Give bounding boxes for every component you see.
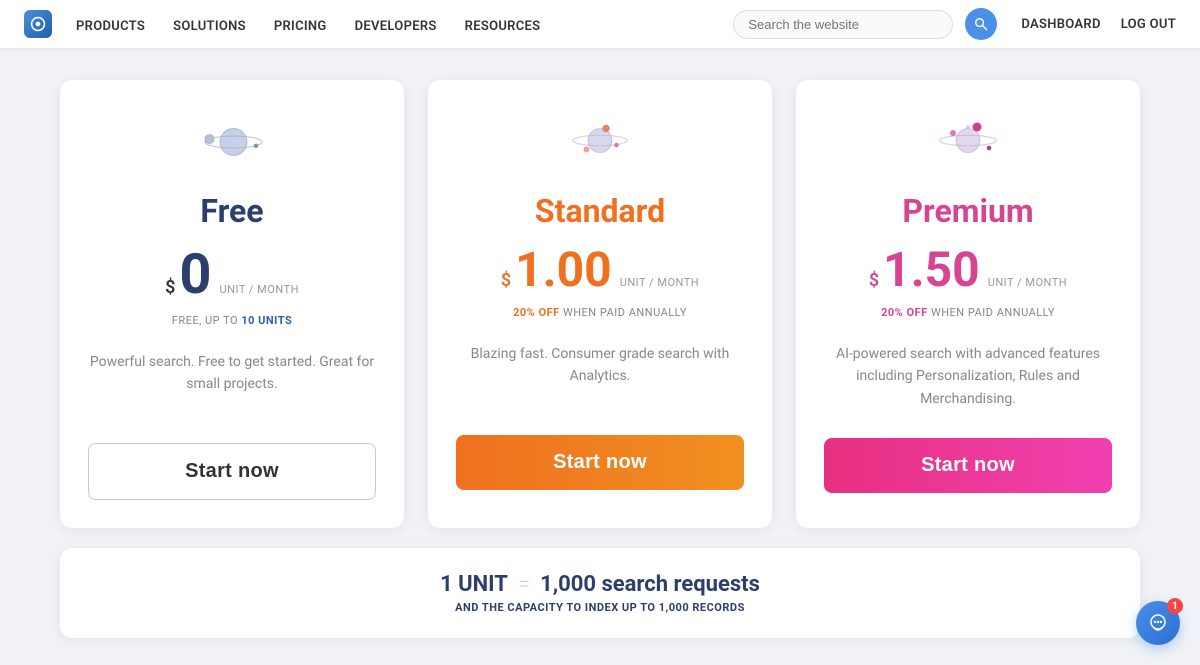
price-amount-premium: 1.50 xyxy=(883,246,980,294)
price-row-free: $ 0 UNIT / MONTH xyxy=(88,246,376,302)
nav-item-products[interactable]: PRODUCTS xyxy=(76,15,145,34)
unit-equals: = xyxy=(518,572,530,597)
nav-links: PRODUCTS SOLUTIONS PRICING DEVELOPERS RE… xyxy=(76,15,540,34)
nav-item-developers[interactable]: DEVELOPERS xyxy=(355,15,437,34)
dashboard-link[interactable]: DASHBOARD xyxy=(1021,17,1100,32)
price-dollar-free: $ xyxy=(165,277,175,298)
search-area xyxy=(733,8,997,40)
logout-link[interactable]: LOG OUT xyxy=(1121,17,1176,32)
price-dollar-standard: $ xyxy=(501,270,511,291)
price-note-free-prefix: FREE, UP TO xyxy=(172,314,242,327)
plan-description-free: Powerful search. Free to get started. Gr… xyxy=(88,351,376,415)
plan-card-standard: Standard $ 1.00 UNIT / MONTH 20% OFF WHE… xyxy=(428,80,772,528)
unit-sub-value: 1,000 RECORDS xyxy=(659,601,745,614)
price-note-standard: 20% OFF WHEN PAID ANNUALLY xyxy=(456,306,744,319)
plan-card-free: Free $ 0 UNIT / MONTH FREE, UP TO 10 UNI… xyxy=(60,80,404,528)
premium-planet-icon xyxy=(928,112,1008,172)
unit-sub: AND THE CAPACITY TO INDEX UP TO 1,000 RE… xyxy=(100,601,1100,614)
start-now-premium[interactable]: Start now xyxy=(824,438,1112,493)
nav-item-resources[interactable]: RESOURCES xyxy=(465,15,541,34)
price-note-free: FREE, UP TO 10 UNITS xyxy=(88,314,376,327)
price-note-standard-off: 20% OFF xyxy=(513,306,563,319)
plan-name-free: Free xyxy=(88,192,376,230)
price-note-free-value: 10 UNITS xyxy=(241,314,292,327)
logo xyxy=(24,10,52,38)
price-unit-free: UNIT / MONTH xyxy=(220,283,299,296)
nav-item-pricing[interactable]: PRICING xyxy=(274,15,327,34)
start-now-standard[interactable]: Start now xyxy=(456,435,744,490)
chat-icon xyxy=(1147,612,1169,634)
start-now-free[interactable]: Start now xyxy=(88,443,376,500)
price-row-standard: $ 1.00 UNIT / MONTH xyxy=(456,246,744,294)
navbar: PRODUCTS SOLUTIONS PRICING DEVELOPERS RE… xyxy=(0,0,1200,48)
nav-item-solutions[interactable]: SOLUTIONS xyxy=(173,15,246,34)
unit-value: 1,000 search requests xyxy=(540,572,760,597)
plan-name-standard: Standard xyxy=(456,192,744,230)
price-row-premium: $ 1.50 UNIT / MONTH xyxy=(824,246,1112,294)
price-amount-free: 0 xyxy=(179,246,211,302)
standard-planet-icon xyxy=(560,112,640,172)
nav-link-resources[interactable]: RESOURCES xyxy=(465,19,541,34)
unit-info-box: 1 UNIT = 1,000 search requests AND THE C… xyxy=(60,548,1140,638)
price-note-premium-off: 20% OFF xyxy=(881,306,931,319)
price-note-premium: 20% OFF WHEN PAID ANNUALLY xyxy=(824,306,1112,319)
nav-link-pricing[interactable]: PRICING xyxy=(274,19,327,34)
price-unit-standard: UNIT / MONTH xyxy=(620,276,699,289)
price-amount-standard: 1.00 xyxy=(515,246,612,294)
free-planet-icon xyxy=(192,112,272,172)
unit-label: 1 UNIT xyxy=(440,572,508,597)
price-note-premium-when: WHEN PAID ANNUALLY xyxy=(931,306,1055,319)
unit-line: 1 UNIT = 1,000 search requests xyxy=(100,572,1100,597)
unit-sub-prefix: AND THE CAPACITY TO INDEX UP TO xyxy=(455,601,655,614)
chat-button[interactable]: 1 xyxy=(1136,601,1180,645)
plan-name-premium: Premium xyxy=(824,192,1112,230)
price-dollar-premium: $ xyxy=(869,270,879,291)
plan-card-premium: Premium $ 1.50 UNIT / MONTH 20% OFF WHEN… xyxy=(796,80,1140,528)
logo-icon xyxy=(30,16,46,32)
main-content: Free $ 0 UNIT / MONTH FREE, UP TO 10 UNI… xyxy=(0,48,1200,662)
plan-description-standard: Blazing fast. Consumer grade search with… xyxy=(456,343,744,407)
pricing-grid: Free $ 0 UNIT / MONTH FREE, UP TO 10 UNI… xyxy=(60,80,1140,528)
nav-link-products[interactable]: PRODUCTS xyxy=(76,19,145,34)
nav-link-solutions[interactable]: SOLUTIONS xyxy=(173,19,246,34)
plan-description-premium: AI-powered search with advanced features… xyxy=(824,343,1112,410)
search-button[interactable] xyxy=(965,8,997,40)
nav-right: DASHBOARD LOG OUT xyxy=(1021,17,1176,32)
search-input[interactable] xyxy=(733,10,953,39)
price-note-standard-when: WHEN PAID ANNUALLY xyxy=(563,306,687,319)
nav-link-developers[interactable]: DEVELOPERS xyxy=(355,19,437,34)
chat-badge: 1 xyxy=(1167,598,1183,614)
search-icon xyxy=(974,17,988,31)
price-unit-premium: UNIT / MONTH xyxy=(988,276,1067,289)
